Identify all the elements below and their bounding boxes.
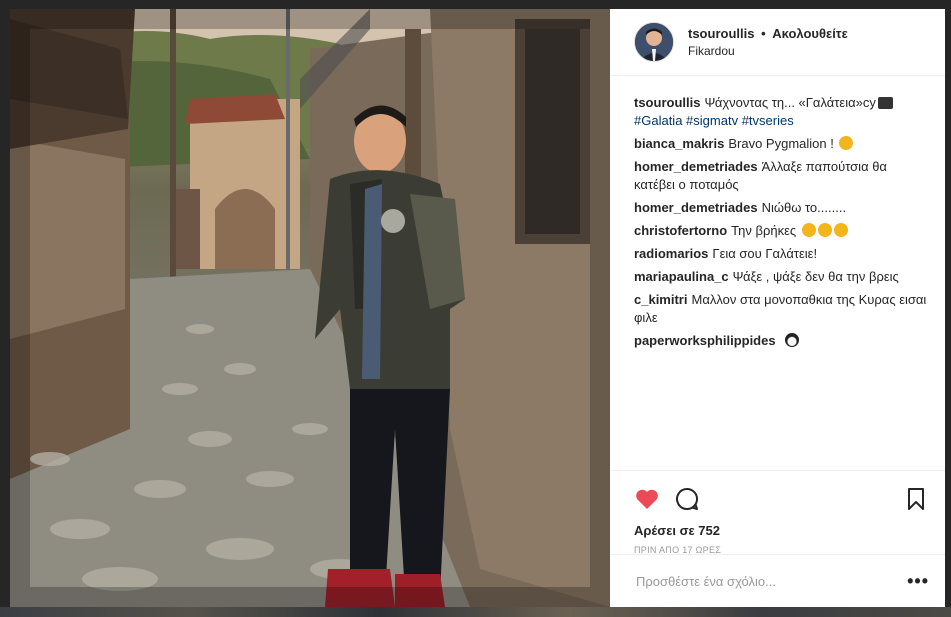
bookmark-icon[interactable] [903, 486, 929, 512]
add-comment-bar: ••• [610, 554, 945, 607]
post-username[interactable]: tsouroullis [688, 26, 754, 41]
comment-text: Bravo Pygmalion ! [728, 136, 834, 151]
tv-emoji-icon [877, 97, 893, 109]
comment-item: bianca_makris Bravo Pygmalion ! [634, 135, 929, 153]
comments-list[interactable]: tsouroullis Ψάχνοντας τη... «Γαλάτεια»cy … [610, 76, 945, 470]
comment-username[interactable]: paperworksphilippides [634, 333, 776, 348]
penguin-emoji-icon [785, 333, 800, 347]
comment-item: radiomarios Γεια σου Γαλάτειε! [634, 245, 929, 263]
likes-count[interactable]: Αρέσει σε 752 [634, 523, 929, 538]
comment-item: paperworksphilippides [634, 332, 929, 350]
comment-username[interactable]: homer_demetriades [634, 159, 758, 174]
comment-text: Νιώθω το........ [761, 200, 847, 215]
post-photo[interactable] [10, 9, 610, 607]
comment-item: homer_demetriades Άλλαξε παπούτσια θα κατ… [634, 158, 929, 194]
hashtag-link[interactable]: #sigmatv [686, 113, 738, 128]
comment-item: christofertorno Την βρήκες [634, 222, 929, 240]
comment-item: c_kimitri Μαλλον στα μονοπαθκια της Κυρας… [634, 291, 929, 327]
follow-button[interactable]: Ακολουθείτε [772, 26, 848, 41]
comment-bubble-icon[interactable] [674, 486, 700, 512]
hashtag-link[interactable]: #tvseries [742, 113, 794, 128]
comment-username[interactable]: c_kimitri [634, 292, 687, 307]
comment-item: mariapaulina_c Ψάξε , ψάξε δεν θα την βρε… [634, 268, 929, 286]
comment-item: homer_demetriades Νιώθω το........ [634, 199, 929, 217]
grin-emoji-icon [839, 136, 854, 150]
post-modal: tsouroullis • Ακολουθείτε Fikardou tsour… [10, 9, 945, 607]
caption-username[interactable]: tsouroullis [634, 95, 700, 110]
comment-text: Την βρήκες [731, 223, 797, 238]
post-side-panel: tsouroullis • Ακολουθείτε Fikardou tsour… [610, 9, 945, 607]
header-separator: • [761, 26, 766, 41]
avatar-portrait-icon [635, 23, 673, 61]
comment-username[interactable]: radiomarios [634, 246, 708, 261]
comment-username[interactable]: christofertorno [634, 223, 727, 238]
more-options-icon[interactable]: ••• [907, 572, 929, 590]
post-header: tsouroullis • Ακολουθείτε Fikardou [610, 9, 945, 76]
post-actions: Αρέσει σε 752 ΠΡΙΝ ΑΠΟ 17 ΩΡΕΣ [610, 470, 945, 555]
comment-input[interactable] [634, 572, 908, 590]
caption: tsouroullis Ψάχνοντας τη... «Γαλάτεια»cy … [634, 94, 929, 130]
comment-text: Ψάξε , ψάξε δεν θα την βρεις [732, 269, 899, 284]
thinking-emoji-icon [817, 223, 832, 237]
comment-username[interactable]: mariapaulina_c [634, 269, 729, 284]
background-feed-strip [0, 607, 951, 617]
comment-username[interactable]: homer_demetriades [634, 200, 758, 215]
caption-text: Ψάχνοντας τη... «Γαλάτεια» [704, 95, 863, 110]
caption-suffix: cy [862, 95, 876, 110]
thinking-emoji-icon [801, 223, 816, 237]
thinking-emoji-icon [833, 223, 848, 237]
post-location[interactable]: Fikardou [688, 44, 848, 58]
comment-username[interactable]: bianca_makris [634, 136, 724, 151]
avatar[interactable] [634, 22, 674, 62]
photo-illustration [10, 9, 610, 607]
heart-icon[interactable] [634, 486, 660, 512]
hashtag-link[interactable]: #Galatia [634, 113, 682, 128]
comment-text: Γεια σου Γαλάτειε! [712, 246, 818, 261]
